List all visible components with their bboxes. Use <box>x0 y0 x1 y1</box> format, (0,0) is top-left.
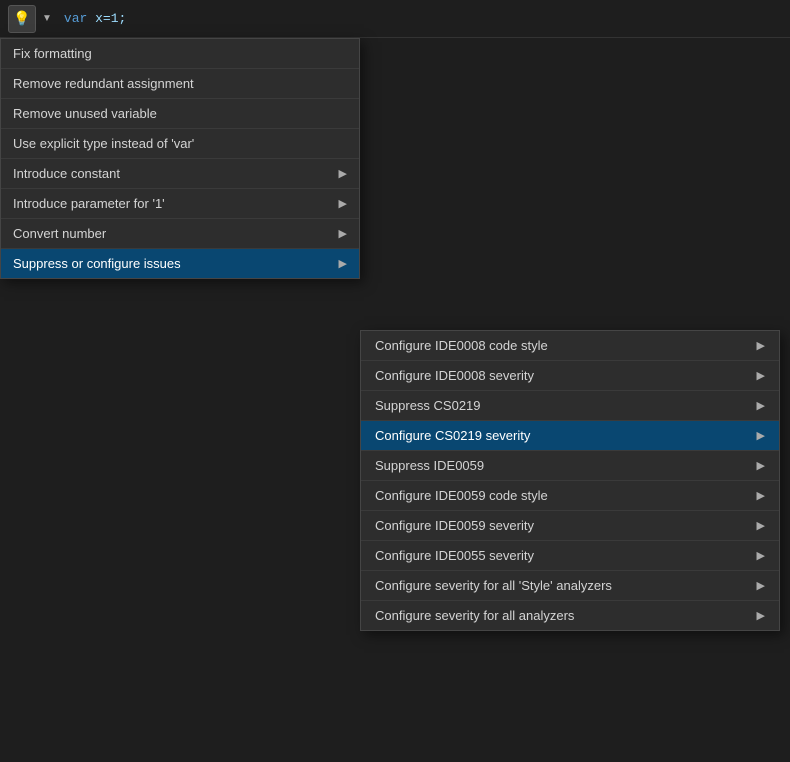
submenu-item-arrow-icon-1: ▶ <box>757 369 765 382</box>
menu-item-label-0: Fix formatting <box>13 46 92 61</box>
code-keyword: var <box>64 11 87 26</box>
submenu-item-8[interactable]: Configure severity for all 'Style' analy… <box>361 571 779 601</box>
submenu-item-arrow-icon-7: ▶ <box>757 549 765 562</box>
submenu-item-label-9: Configure severity for all analyzers <box>375 608 574 623</box>
submenu-item-2[interactable]: Suppress CS0219 ▶ <box>361 391 779 421</box>
submenu-item-6[interactable]: Configure IDE0059 severity ▶ <box>361 511 779 541</box>
submenu-item-label-1: Configure IDE0008 severity <box>375 368 534 383</box>
menu-item-arrow-icon-7: ▶ <box>339 257 347 270</box>
submenu-item-7[interactable]: Configure IDE0055 severity ▶ <box>361 541 779 571</box>
main-context-menu: Fix formatting Remove redundant assignmen… <box>0 38 360 279</box>
code-bar: 💡 ▼ var x=1; <box>0 0 790 38</box>
main-menu-item-6[interactable]: Convert number ▶ <box>1 219 359 249</box>
dropdown-arrow-icon: ▼ <box>42 13 52 24</box>
menu-item-label-3: Use explicit type instead of 'var' <box>13 136 194 151</box>
main-menu-item-3[interactable]: Use explicit type instead of 'var' <box>1 129 359 159</box>
submenu-item-label-4: Suppress IDE0059 <box>375 458 484 473</box>
submenu-item-arrow-icon-4: ▶ <box>757 459 765 472</box>
main-menu-item-2[interactable]: Remove unused variable <box>1 99 359 129</box>
main-menu-item-7[interactable]: Suppress or configure issues ▶ <box>1 249 359 278</box>
menu-item-arrow-icon-6: ▶ <box>339 227 347 240</box>
submenu-item-arrow-icon-8: ▶ <box>757 579 765 592</box>
code-display: var x=1; <box>64 11 126 26</box>
menu-item-label-7: Suppress or configure issues <box>13 256 181 271</box>
main-menu-item-5[interactable]: Introduce parameter for '1' ▶ <box>1 189 359 219</box>
submenu-item-arrow-icon-5: ▶ <box>757 489 765 502</box>
main-menu-item-4[interactable]: Introduce constant ▶ <box>1 159 359 189</box>
menu-item-label-6: Convert number <box>13 226 106 241</box>
menu-item-arrow-icon-5: ▶ <box>339 197 347 210</box>
submenu-item-3[interactable]: Configure CS0219 severity ▶ <box>361 421 779 451</box>
main-menu-item-0[interactable]: Fix formatting <box>1 39 359 69</box>
submenu-item-label-8: Configure severity for all 'Style' analy… <box>375 578 612 593</box>
submenu-item-5[interactable]: Configure IDE0059 code style ▶ <box>361 481 779 511</box>
submenu-item-label-0: Configure IDE0008 code style <box>375 338 548 353</box>
submenu-item-label-5: Configure IDE0059 code style <box>375 488 548 503</box>
menu-item-label-4: Introduce constant <box>13 166 120 181</box>
submenu-item-arrow-icon-6: ▶ <box>757 519 765 532</box>
submenu-item-9[interactable]: Configure severity for all analyzers ▶ <box>361 601 779 630</box>
main-menu-item-1[interactable]: Remove redundant assignment <box>1 69 359 99</box>
lightbulb-icon: 💡 <box>13 10 30 27</box>
code-variable: x=1; <box>95 11 126 26</box>
submenu-item-label-6: Configure IDE0059 severity <box>375 518 534 533</box>
submenu-item-arrow-icon-9: ▶ <box>757 609 765 622</box>
menu-item-label-5: Introduce parameter for '1' <box>13 196 165 211</box>
submenu-item-label-2: Suppress CS0219 <box>375 398 481 413</box>
menu-item-arrow-icon-4: ▶ <box>339 167 347 180</box>
menu-item-label-1: Remove redundant assignment <box>13 76 194 91</box>
submenu-item-4[interactable]: Suppress IDE0059 ▶ <box>361 451 779 481</box>
menu-item-label-2: Remove unused variable <box>13 106 157 121</box>
lightbulb-button[interactable]: 💡 <box>8 5 36 33</box>
submenu-item-arrow-icon-2: ▶ <box>757 399 765 412</box>
submenu-item-label-3: Configure CS0219 severity <box>375 428 530 443</box>
submenu: Configure IDE0008 code style▶Configure I… <box>360 330 780 631</box>
submenu-item-arrow-icon-0: ▶ <box>757 339 765 352</box>
submenu-item-arrow-icon-3: ▶ <box>757 429 765 442</box>
submenu-item-label-7: Configure IDE0055 severity <box>375 548 534 563</box>
submenu-item-0[interactable]: Configure IDE0008 code style ▶ <box>361 331 779 361</box>
submenu-item-1[interactable]: Configure IDE0008 severity ▶ <box>361 361 779 391</box>
